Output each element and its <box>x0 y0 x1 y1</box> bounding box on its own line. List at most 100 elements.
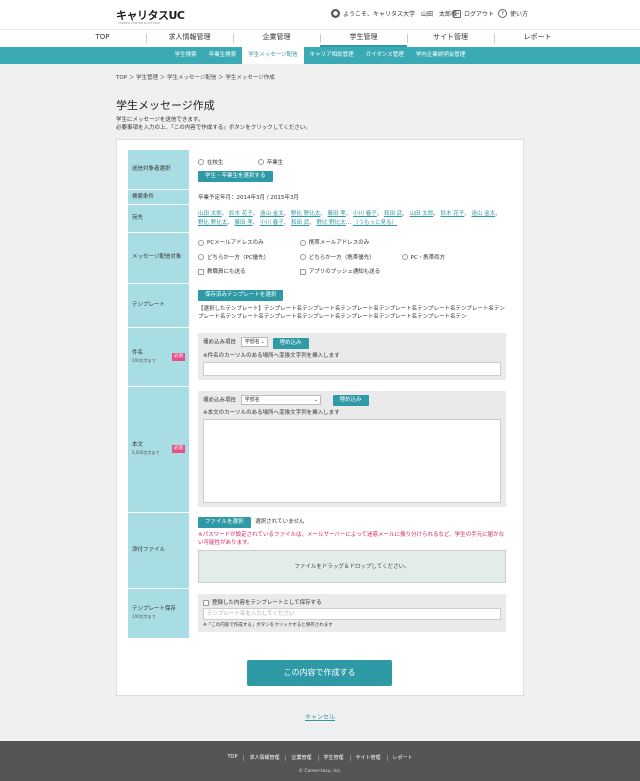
logo-subtitle: CAREER CENTER PLATFORM <box>118 21 161 25</box>
body-field: 埋め込み項目 学部名 ⌄ 埋め込み ※本文のカーソルのある場所へ変換文字列を挿入し… <box>189 385 515 513</box>
save-template-box: 登録した内容をテンプレートとして保存する テンプレート名を入力してください ※「… <box>198 594 506 632</box>
checkbox-staff[interactable]: 教職員にも送る <box>198 265 298 279</box>
page-description: 学生にメッセージを送信できます。 必要事項を入力の上、「この内容で作成する」ボタ… <box>116 116 311 132</box>
recipient-link[interactable]: 小川 春子 <box>353 211 377 217</box>
radio-circle[interactable] <box>198 239 204 246</box>
radio-circle[interactable] <box>198 254 204 260</box>
main-nav-student[interactable]: 学生管理 <box>320 30 407 48</box>
recipient-link[interactable]: 遠山 金太 <box>260 211 284 217</box>
footer-link-job-info[interactable]: 求人情報管理 <box>243 754 285 761</box>
required-badge: 必須 <box>172 352 185 361</box>
select-value: 学部名 <box>244 396 260 403</box>
help-link[interactable]: ? 使い方 <box>498 9 528 18</box>
select-template-button[interactable]: 保存済みテンプレートを選択 <box>198 289 284 301</box>
file-dropzone[interactable]: ファイルをドラッグ＆ドロップしてください。 <box>198 550 506 583</box>
footer-link-report[interactable]: レポート <box>386 754 419 761</box>
radio-pc-priority[interactable]: どちらか一方（PC優先） <box>198 251 298 265</box>
recipients-more-link[interactable]: （うもっと見る） <box>353 220 397 226</box>
save-template-checkbox[interactable]: 登録した内容をテンプレートとして保存する <box>203 598 501 606</box>
footer-link-top[interactable]: TOP <box>221 754 243 761</box>
main-nav-job-info[interactable]: 求人情報管理 <box>146 30 233 48</box>
required-badge: 必須 <box>172 445 185 453</box>
row-recipients: 宛先 山田 太郎、 鈴木 花子、 遠山 金太、 野比 野比太、 藤田 孝、 小川… <box>127 204 515 233</box>
radio-pc-only[interactable]: PCメールアドレスのみ <box>198 236 298 250</box>
chevron-down-icon: ⌄ <box>313 396 318 403</box>
recipient-link[interactable]: 藤田 孝 <box>235 220 253 226</box>
sub-nav-student-search[interactable]: 学生検索 <box>169 47 203 64</box>
checkbox-box[interactable] <box>299 268 306 275</box>
recipient-link[interactable]: 藤田 孝 <box>328 211 346 217</box>
sub-nav-guidance[interactable]: ガイダンス管理 <box>360 47 410 64</box>
subject-input[interactable] <box>203 361 501 376</box>
template-name-input[interactable]: テンプレート名を入力してください <box>203 608 501 620</box>
radio-circle[interactable] <box>401 254 408 260</box>
checkbox-label: アプリのプッシュ通知も送る <box>308 269 381 275</box>
help-text[interactable]: 使い方 <box>510 9 528 18</box>
recipient-link[interactable]: 鈴木 花子 <box>229 211 253 217</box>
radio-circle[interactable] <box>257 159 264 165</box>
checkbox-push[interactable]: アプリのプッシュ通知も送る <box>299 265 381 279</box>
submit-button[interactable]: この内容で作成する <box>247 660 392 686</box>
recipient-link[interactable]: 遠山 金太 <box>472 211 496 217</box>
sub-nav-graduate-search[interactable]: 卒業生検索 <box>203 47 243 64</box>
cancel-link[interactable]: キャンセル <box>305 712 335 721</box>
footer-link-student[interactable]: 学生管理 <box>317 754 350 761</box>
sub-nav-career-consult[interactable]: キャリア相談管理 <box>304 47 360 64</box>
recipient-link[interactable]: 和田 武 <box>291 220 309 226</box>
criteria-value: 卒業予定年月：2014年3月 / 2015年3月 <box>189 189 515 205</box>
recipient-link[interactable]: 野比 野比太 <box>291 211 320 217</box>
radio-graduate[interactable]: 卒業生 <box>257 158 283 166</box>
template-label: テンプレート <box>127 282 190 328</box>
radio-circle[interactable] <box>299 239 306 246</box>
logout-text[interactable]: ログアウト <box>464 9 494 18</box>
radio-both[interactable]: PC・携帯両方 <box>401 251 445 265</box>
body-embed-button[interactable]: 埋め込み <box>332 395 369 407</box>
main-nav-top[interactable]: TOP <box>59 30 146 48</box>
welcome-text: ようこそ、キャリタス大学 山田 太郎様 <box>343 11 458 18</box>
checkbox-box[interactable] <box>203 599 209 606</box>
subject-embed-button[interactable]: 埋め込み <box>272 337 309 349</box>
footer-link-company[interactable]: 企業管理 <box>285 754 317 761</box>
attachment-field: ファイルを選択 選択されていません ※パスワードが設定されているファイルは、メー… <box>189 511 515 589</box>
recipient-link[interactable]: 山田 太郎 <box>198 211 222 217</box>
subject-embed-select[interactable]: 学部名 ⌄ <box>240 337 268 348</box>
recipient-link[interactable]: 野比 野比太 <box>198 220 227 226</box>
recipients-list: 山田 太郎、 鈴木 花子、 遠山 金太、 野比 野比太、 藤田 孝、 小川 春子… <box>189 204 515 233</box>
checkbox-label: 教職員にも送る <box>207 269 246 275</box>
main-nav-report[interactable]: レポート <box>494 30 581 48</box>
file-select-button[interactable]: ファイルを選択 <box>198 517 251 528</box>
description-line: 学生にメッセージを送信できます。 <box>116 117 204 123</box>
selected-template: 【選択したテンプレート】テンプレート名テンプレート名テンプレート名テンプレート名… <box>198 305 506 321</box>
footer: TOP 求人情報管理 企業管理 学生管理 サイト管理 レポート © Career… <box>0 741 640 781</box>
row-target: 送信対象者選択 在校生 卒業生 学生・卒業生を選択する <box>127 149 515 190</box>
subject-hint: ※件名のカーソルのある場所へ変換文字列を挿入します <box>203 352 340 359</box>
message-form: 送信対象者選択 在校生 卒業生 学生・卒業生を選択する 検索条件 卒業予定年月：… <box>127 149 515 639</box>
checkbox-label: 登録した内容をテンプレートとして保存する <box>212 600 322 606</box>
recipient-link[interactable]: 小川 春子 <box>260 220 284 226</box>
select-students-button[interactable]: 学生・卒業生を選択する <box>198 170 273 182</box>
body-embed-select[interactable]: 学部名 ⌄ <box>240 394 321 405</box>
checkbox-box[interactable] <box>198 268 204 275</box>
sub-nav-message[interactable]: 学生メッセージ配信 <box>242 47 304 64</box>
recipient-link[interactable]: 和田 武 <box>384 211 402 217</box>
radio-circle[interactable] <box>299 254 306 260</box>
radio-label: PCメールアドレスのみ <box>207 240 264 246</box>
main-nav-company[interactable]: 企業管理 <box>233 30 320 48</box>
main-nav-site[interactable]: サイト管理 <box>407 30 494 48</box>
radio-current-student[interactable]: 在校生 <box>198 158 256 166</box>
recipient-link[interactable]: 鈴木 花子 <box>441 211 465 217</box>
radio-mobile-priority[interactable]: どちらか一方（携帯優先） <box>299 251 400 265</box>
recipient-link[interactable]: 野比 野比太 <box>317 220 346 226</box>
radio-mobile-only[interactable]: 携帯メールアドレスのみ <box>299 236 369 250</box>
body-textarea[interactable] <box>203 419 501 504</box>
radio-circle[interactable] <box>198 159 204 165</box>
delivery-options: PCメールアドレスのみ 携帯メールアドレスのみ どちらか一方（PC優先） どちら… <box>189 232 515 284</box>
recipients-label: 宛先 <box>127 204 190 233</box>
footer-link-site[interactable]: サイト管理 <box>349 754 387 761</box>
subject-box: 埋め込み項目 学部名 ⌄ 埋め込み ※件名のカーソルのある場所へ変換文字列を挿入し… <box>198 333 506 380</box>
sub-nav-campus-briefing[interactable]: 学内企業説明会管理 <box>410 47 472 64</box>
template-field: 保存済みテンプレートを選択 【選択したテンプレート】テンプレート名テンプレート名… <box>189 282 515 328</box>
logout-link[interactable]: → ログアウト <box>453 9 494 18</box>
embed-label: 埋め込み項目 <box>203 339 237 346</box>
recipient-link[interactable]: 山田 太郎 <box>410 211 434 217</box>
